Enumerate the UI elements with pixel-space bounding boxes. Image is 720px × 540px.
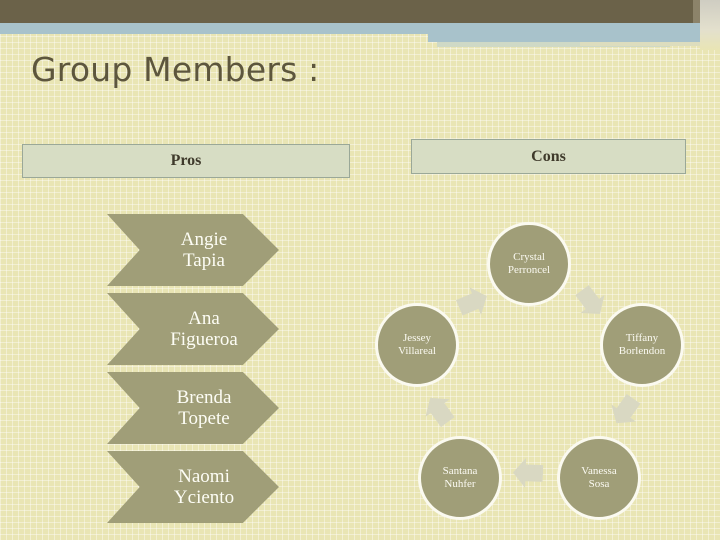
cons-cycle-node: Vanessa Sosa	[557, 436, 641, 520]
pros-chevron-item: Angie Tapia	[107, 214, 279, 286]
page-title: Group Members :	[31, 50, 320, 89]
cons-cycle-line2: Sosa	[588, 478, 610, 490]
top-blue-banner	[0, 23, 720, 34]
slide-canvas: Group Members : Pros Cons Angie Tapia An…	[0, 0, 720, 540]
cycle-arrow-icon	[453, 282, 492, 321]
cons-cycle-line2: Nuhfer	[444, 478, 476, 490]
top-right-edge-highlight	[700, 0, 720, 50]
top-dark-banner	[0, 0, 720, 23]
cons-cycle-line1: Jessey	[402, 332, 432, 345]
pros-header-label: Pros	[170, 152, 202, 169]
pros-chevron-line1: Ana	[188, 307, 220, 329]
pros-chevron-item: Ana Figueroa	[107, 293, 279, 365]
pros-chevron-line2: Yciento	[173, 487, 235, 508]
cycle-arrow-icon	[512, 457, 543, 488]
top-pale-strip-right-secondary	[580, 42, 700, 46]
cons-cycle-text: Jessey Villareal	[398, 332, 436, 358]
cons-header-label: Cons	[531, 147, 566, 165]
cons-cycle-text: Santana Nuhfer	[443, 465, 478, 491]
cons-cycle-text: Vanessa Sosa	[581, 465, 616, 491]
pros-chevron-line1: Brenda	[176, 386, 232, 408]
cons-cycle-text: Crystal Perroncel	[508, 251, 550, 277]
pros-chevron-line1: Naomi	[178, 465, 230, 487]
top-banner-right-accent	[693, 0, 700, 23]
cons-cycle-text: Tiffany Borlendon	[619, 332, 665, 358]
cons-cycle-line2: Villareal	[398, 345, 436, 357]
pros-chevron-text: Angie Tapia	[181, 229, 227, 272]
pros-header: Pros	[22, 144, 350, 178]
cons-header: Cons	[411, 139, 686, 174]
pros-chevron-line2: Figueroa	[170, 329, 238, 350]
pros-chevron-item: Naomi Yciento	[107, 451, 279, 523]
cons-cycle-node: Jessey Villareal	[375, 303, 459, 387]
cons-cycle-node: Tiffany Borlendon	[600, 303, 684, 387]
cycle-arrow-icon	[604, 390, 646, 432]
cons-cycle-line1: Tiffany	[625, 332, 659, 345]
cons-cycle-line1: Vanessa	[581, 465, 617, 478]
cycle-arrow-icon	[418, 389, 460, 431]
cons-cycle-line2: Borlendon	[618, 345, 666, 357]
pros-chevron-line2: Tapia	[183, 250, 225, 271]
pros-chevron-text: Brenda Topete	[177, 387, 232, 430]
pros-chevron-item: Brenda Topete	[107, 372, 279, 444]
cons-cycle-line1: Santana	[442, 465, 478, 478]
cons-cycle-line1: Crystal	[513, 251, 545, 264]
cycle-arrow-icon	[570, 281, 612, 323]
pros-chevron-text: Ana Figueroa	[170, 308, 238, 351]
pros-chevron-line2: Topete	[178, 408, 230, 429]
cons-cycle-line2: Perroncel	[507, 264, 551, 276]
pros-chevron-text: Naomi Yciento	[174, 466, 234, 509]
cons-cycle-node: Santana Nuhfer	[418, 436, 502, 520]
top-blue-strip-right	[428, 34, 700, 42]
pros-chevron-line1: Angie	[180, 228, 228, 250]
cons-cycle-node: Crystal Perroncel	[487, 222, 571, 306]
